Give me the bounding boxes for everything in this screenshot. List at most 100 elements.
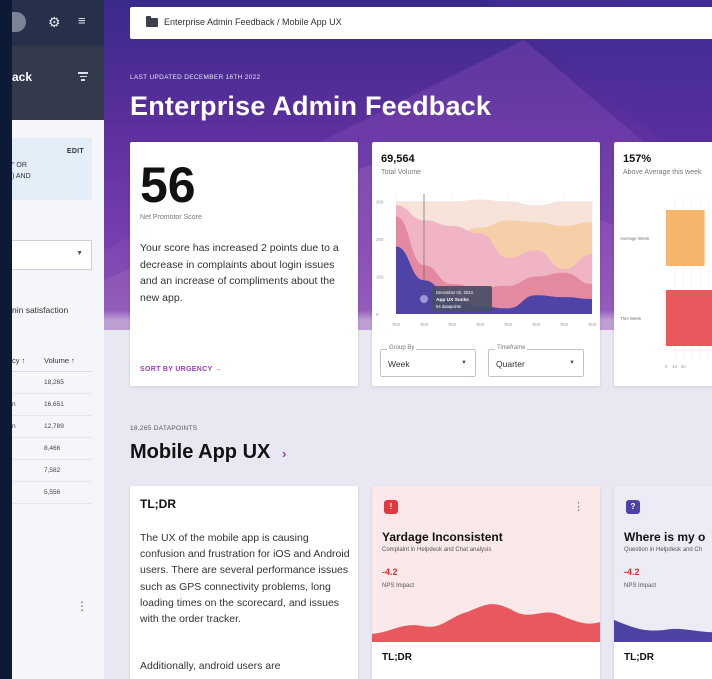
issue-card-footer: TL;DR bbox=[614, 642, 712, 679]
tldr-paragraph: The UX of the mobile app is causing conf… bbox=[140, 532, 350, 626]
sidebar-topbar: ⚙ ≡ bbox=[12, 0, 104, 46]
section-title[interactable]: Mobile App UX bbox=[130, 441, 270, 464]
nps-label: Net Promotor Score bbox=[140, 214, 202, 221]
tooltip-text: 84 datapoints bbox=[436, 304, 461, 309]
table-row[interactable]: 18,265 bbox=[12, 372, 92, 394]
bar bbox=[666, 210, 705, 266]
x-tick-label: Text bbox=[392, 322, 401, 327]
group-by-label: Group By bbox=[387, 345, 417, 351]
kebab-menu-icon[interactable]: ⋮ bbox=[76, 600, 88, 612]
x-tick-label: Text bbox=[448, 322, 457, 327]
collapse-menu-icon[interactable]: ≡ bbox=[78, 13, 86, 29]
comparison-bar-chart[interactable]: Average Week This Week 0 10 20 bbox=[614, 188, 712, 378]
filter-icon[interactable] bbox=[78, 72, 88, 81]
volume-area-chart[interactable]: 0 100 200 300 Text Text Text Text Text Text Text Te… bbox=[372, 188, 600, 338]
query-line: " OR bbox=[12, 162, 27, 169]
query-line: ) AND bbox=[12, 173, 31, 180]
issue-card-yardage[interactable]: ! ⋮ Yardage Inconsistent Complaint in He… bbox=[372, 486, 600, 679]
complaint-icon: ! bbox=[384, 500, 398, 514]
query-box: EDIT " OR ) AND bbox=[12, 138, 92, 200]
column-volume[interactable]: Volume ↑ bbox=[44, 356, 75, 365]
issue-nps-delta: -4.2 bbox=[382, 567, 398, 577]
sidebar-table: cy ↑ Volume ↑ 18,265 n 16,651 n 12,789 8,4… bbox=[12, 350, 92, 504]
chevron-right-icon[interactable]: › bbox=[282, 446, 286, 461]
sort-by-urgency-link[interactable]: SORT BY URGENCY → bbox=[140, 366, 222, 373]
breadcrumb-text[interactable]: Enterprise Admin Feedback / Mobile App U… bbox=[164, 17, 342, 27]
sidebar: ⚙ ≡ ack EDIT " OR ) AND ▼ nin satisfacti… bbox=[12, 0, 104, 679]
issue-tldr-title: TL;DR bbox=[624, 652, 654, 663]
timeframe-select[interactable]: Timeframe Quarter ▼ bbox=[488, 345, 584, 377]
column-urgency[interactable]: cy ↑ bbox=[12, 356, 25, 365]
chevron-down-icon: ▼ bbox=[569, 360, 575, 366]
chevron-down-icon: ▼ bbox=[461, 360, 467, 366]
window-edge bbox=[0, 0, 12, 679]
above-average-label: Above Average this week bbox=[623, 169, 702, 176]
table-row[interactable]: 7,582 bbox=[12, 460, 92, 482]
question-icon: ? bbox=[626, 500, 640, 514]
row-volume: 7,582 bbox=[44, 467, 61, 474]
volume-label: Total Volume bbox=[381, 169, 422, 176]
gear-icon[interactable]: ⚙ bbox=[48, 14, 61, 30]
y-tick-label: 200 bbox=[376, 237, 384, 242]
kebab-menu-icon[interactable]: ⋮ bbox=[573, 500, 584, 513]
row-volume: 5,556 bbox=[44, 489, 61, 496]
group-by-select[interactable]: Group By Week ▼ bbox=[380, 345, 476, 377]
nps-value: 56 bbox=[140, 157, 196, 213]
nps-description: Your score has increased 2 points due to… bbox=[140, 242, 339, 304]
issue-title: Yardage Inconsistent bbox=[382, 530, 503, 544]
bar bbox=[666, 290, 712, 346]
row-urgency: n bbox=[12, 401, 16, 408]
sidebar-header: ack bbox=[12, 46, 104, 120]
table-row[interactable]: 8,466 bbox=[12, 438, 92, 460]
chevron-down-icon: ▼ bbox=[76, 250, 83, 257]
issue-title: Where is my o bbox=[624, 530, 706, 544]
issue-nps-delta: -4.2 bbox=[624, 567, 640, 577]
issue-card-footer: TL;DR bbox=[372, 642, 600, 679]
main-content: Enterprise Admin Feedback / Mobile App U… bbox=[104, 0, 712, 679]
tldr-card: TL;DR The UX of the mobile app is causin… bbox=[130, 486, 358, 679]
row-volume: 8,466 bbox=[44, 445, 61, 452]
issue-impact-label: NPS Impact bbox=[382, 583, 415, 589]
issue-impact-label: NPS Impact bbox=[624, 583, 657, 589]
table-row[interactable]: 5,556 bbox=[12, 482, 92, 504]
issue-card-where-is-my-order[interactable]: ? Where is my o Question in Helpdesk and… bbox=[614, 486, 712, 679]
issue-trend-wave bbox=[614, 620, 712, 642]
y-tick-label: 100 bbox=[376, 275, 384, 280]
category-label: This Week bbox=[620, 316, 642, 321]
x-tick-label: Text bbox=[420, 322, 429, 327]
table-row[interactable]: n 12,789 bbox=[12, 416, 92, 438]
table-header: cy ↑ Volume ↑ bbox=[12, 350, 92, 372]
tooltip-point bbox=[420, 295, 428, 303]
breadcrumb: Enterprise Admin Feedback / Mobile App U… bbox=[130, 7, 712, 39]
row-volume: 12,789 bbox=[44, 423, 64, 430]
above-average-card: 157% Above Average this week Average Wee… bbox=[614, 142, 712, 386]
row-urgency: n bbox=[12, 423, 16, 430]
group-by-value: Week bbox=[388, 359, 410, 369]
x-tick-label: 20 bbox=[681, 364, 687, 369]
x-tick-label: Text bbox=[532, 322, 541, 327]
edit-query-button[interactable]: EDIT bbox=[67, 148, 84, 155]
sidebar-satisfaction-text: nin satisfaction bbox=[12, 305, 69, 315]
last-updated: LAST UPDATED DECEMBER 16TH 2022 bbox=[130, 74, 261, 81]
issue-tldr-title: TL;DR bbox=[382, 652, 412, 663]
x-tick-label: Text bbox=[476, 322, 485, 327]
volume-card: 69,564 Total Volume 0 100 200 300 Text Text Te… bbox=[372, 142, 600, 386]
x-tick-label: Text bbox=[560, 322, 569, 327]
category-label: Average Week bbox=[620, 236, 650, 241]
table-row[interactable]: n 16,651 bbox=[12, 394, 92, 416]
tldr-paragraph: Additionally, android users are bbox=[140, 660, 281, 672]
y-tick-label: 0 bbox=[376, 312, 379, 317]
tldr-title: TL;DR bbox=[140, 497, 176, 511]
avatar[interactable] bbox=[12, 12, 26, 32]
volume-value: 69,564 bbox=[381, 153, 415, 165]
sidebar-select[interactable]: ▼ bbox=[12, 240, 92, 270]
nps-card: 56 Net Promotor Score Your score has inc… bbox=[130, 142, 358, 386]
x-tick-label: Text bbox=[588, 322, 597, 327]
issue-subtitle: Complaint in Helpdesk and Chat analysis bbox=[382, 547, 492, 553]
y-tick-label: 300 bbox=[376, 200, 384, 205]
sidebar-title: ack bbox=[12, 70, 33, 84]
timeframe-value: Quarter bbox=[496, 359, 525, 369]
x-tick-label: 0 bbox=[665, 364, 668, 369]
x-tick-label: Text bbox=[504, 322, 513, 327]
folder-icon bbox=[146, 16, 158, 27]
